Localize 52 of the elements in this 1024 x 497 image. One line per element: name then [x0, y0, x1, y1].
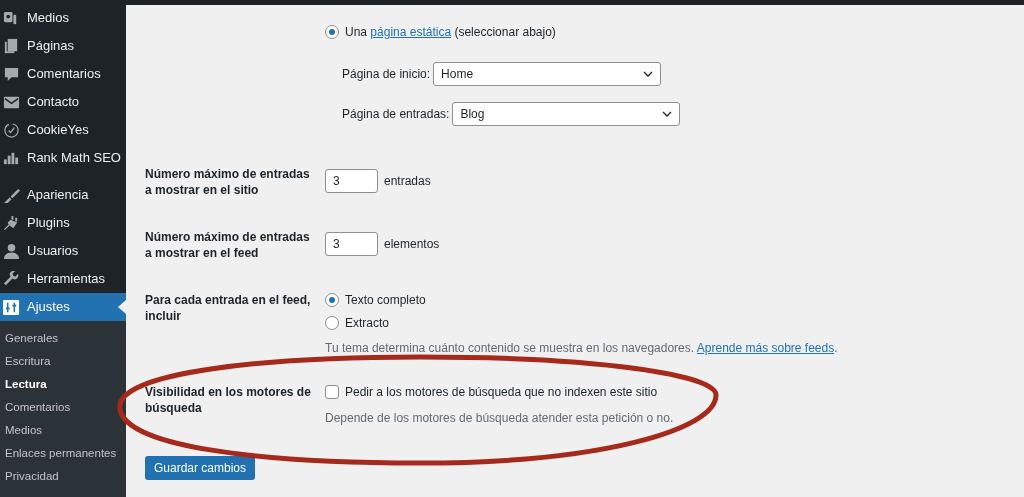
- number-field[interactable]: 3: [325, 232, 378, 256]
- menu-item[interactable]: Apariencia: [0, 181, 126, 209]
- radio-button[interactable]: [325, 293, 339, 307]
- speech-bubble-icon: [3, 65, 20, 83]
- setting-label: Visibilidad en los motores de búsqueda: [145, 384, 312, 417]
- select-field[interactable]: Home: [433, 62, 662, 86]
- option-label: Texto completo: [345, 292, 426, 309]
- description-text: Tu tema determina cuánto contenido se muestra en los navegadores. Aprende más sobre feeds.: [325, 340, 839, 356]
- description-text: Depende de los motores de búsqueda atender esta petición o no.: [325, 410, 675, 426]
- menu-item[interactable]: Ajustes: [0, 293, 126, 321]
- checkbox[interactable]: [325, 385, 339, 399]
- menu-item[interactable]: Páginas: [0, 32, 126, 60]
- menu-item[interactable]: Contacto: [0, 88, 126, 116]
- submenu-item[interactable]: Escritura: [0, 350, 126, 373]
- option-label: Extracto: [345, 315, 389, 332]
- chevron-down-icon: [662, 111, 673, 117]
- submenu-item[interactable]: Privacidad: [0, 465, 126, 488]
- pages-icon: [3, 37, 20, 55]
- checkbox-label: Pedir a los motores de búsqueda que no indexen este sitio: [345, 384, 658, 401]
- static-page-link[interactable]: página estática: [370, 25, 452, 39]
- menu-item[interactable]: Herramientas: [0, 265, 126, 293]
- submenu-item[interactable]: Medios: [0, 419, 126, 442]
- setting-label: Número máximo de entradas a mostrar en el sitio: [145, 166, 311, 199]
- save-button[interactable]: Guardar cambios: [145, 456, 256, 480]
- submenu-item[interactable]: Lectura: [0, 373, 126, 396]
- unit-label: entradas: [384, 173, 431, 190]
- option-label: Una página estática (seleccionar abajo): [345, 24, 556, 41]
- submenu-item[interactable]: Enlaces permanentes: [0, 442, 126, 465]
- menu-item[interactable]: CookieYes: [0, 116, 126, 144]
- menu-item[interactable]: Medios: [0, 4, 126, 32]
- user-icon: [3, 242, 20, 260]
- paintbrush-icon: [3, 186, 20, 204]
- radio-button[interactable]: [325, 25, 339, 39]
- radio-button[interactable]: [325, 316, 339, 330]
- submenu-item[interactable]: Comentarios: [0, 396, 126, 419]
- number-field[interactable]: 3: [325, 169, 378, 193]
- setting-label: Número máximo de entradas a mostrar en el feed: [145, 229, 311, 262]
- select-label: Página de entradas:: [342, 106, 450, 123]
- submenu-item[interactable]: Generales: [0, 327, 126, 350]
- menu-item[interactable]: Plugins: [0, 209, 126, 237]
- menu-item[interactable]: Usuarios: [0, 237, 126, 265]
- plug-icon: [3, 214, 20, 232]
- menu-item[interactable]: Rank Math SEO: [0, 144, 126, 172]
- wrench-icon: [3, 270, 20, 288]
- unit-label: elementos: [384, 236, 440, 253]
- clock-icon: [3, 121, 20, 139]
- select-field[interactable]: Blog: [452, 102, 681, 126]
- menu-item[interactable]: Comentarios: [0, 60, 126, 88]
- setting-label: Para cada entrada en el feed, incluir: [145, 292, 312, 325]
- sliders-icon: [3, 298, 20, 316]
- chevron-down-icon: [643, 71, 654, 77]
- select-label: Página de inicio:: [342, 66, 431, 83]
